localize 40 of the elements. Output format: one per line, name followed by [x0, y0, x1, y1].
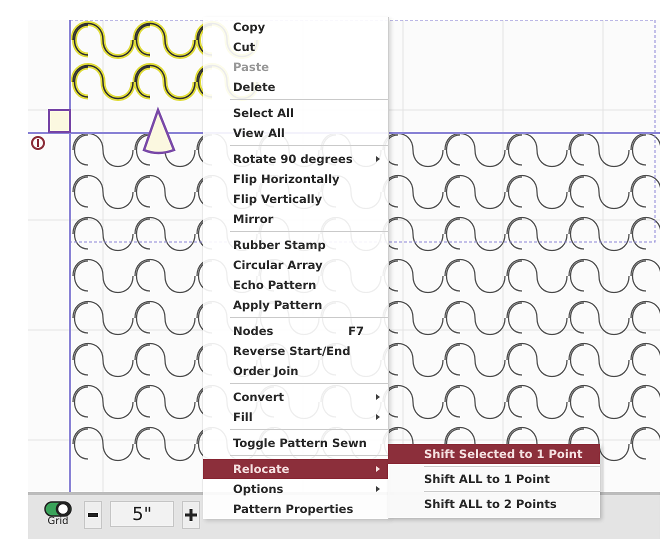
stop-icon [31, 136, 45, 150]
menu-item[interactable]: Reverse Start/End [203, 341, 388, 361]
menu-item[interactable]: Fill [203, 407, 388, 427]
menu-item[interactable]: Flip Vertically [203, 189, 388, 209]
start-point-handle[interactable] [48, 109, 71, 133]
menu-item[interactable]: Toggle Pattern Sewn [203, 433, 388, 453]
menu-item[interactable]: Cut [203, 37, 388, 57]
menu-item[interactable]: Rotate 90 degrees [203, 149, 388, 169]
menu-item[interactable]: Order Join [203, 361, 388, 381]
menu-item[interactable]: Select All [203, 103, 388, 123]
menu-item[interactable]: Convert [203, 387, 388, 407]
submenu-arrow-icon [376, 486, 380, 492]
submenu-arrow-icon [376, 156, 380, 162]
menu-item[interactable]: Flip Horizontally [203, 169, 388, 189]
toggle-icon[interactable] [44, 501, 72, 517]
menu-item[interactable]: Nodes F7 [203, 321, 388, 341]
menu-item[interactable]: Shift ALL to 2 Points [388, 494, 600, 514]
submenu-arrow-icon [376, 414, 380, 420]
menu-item[interactable]: Rubber Stamp [203, 235, 388, 255]
grid-label: Grid [48, 517, 68, 527]
cone-marker-handle[interactable] [142, 108, 176, 154]
menu-item[interactable]: Echo Pattern [203, 275, 388, 295]
plus-button[interactable] [182, 501, 200, 529]
minus-button[interactable] [84, 501, 102, 529]
menu-item[interactable]: Apply Pattern [203, 295, 388, 315]
menu-item[interactable]: Pattern Properties [203, 499, 388, 519]
menu-item[interactable]: View All [203, 123, 388, 143]
menu-item[interactable]: Delete [203, 77, 388, 97]
size-field[interactable]: 5" [110, 501, 174, 527]
plus-icon [185, 509, 197, 521]
menu-item[interactable]: Shift Selected to 1 Point [388, 444, 600, 464]
submenu-arrow-icon [376, 394, 380, 400]
menu-item[interactable]: Copy [203, 17, 388, 37]
menu-item[interactable]: Circular Array [203, 255, 388, 275]
menu-item[interactable]: Options [203, 479, 388, 499]
menu-item[interactable]: Relocate [203, 459, 388, 479]
minus-icon [88, 513, 98, 517]
menu-item[interactable]: Mirror [203, 209, 388, 229]
menu-item[interactable]: Shift ALL to 1 Point [388, 469, 600, 489]
submenu-arrow-icon [376, 466, 380, 472]
